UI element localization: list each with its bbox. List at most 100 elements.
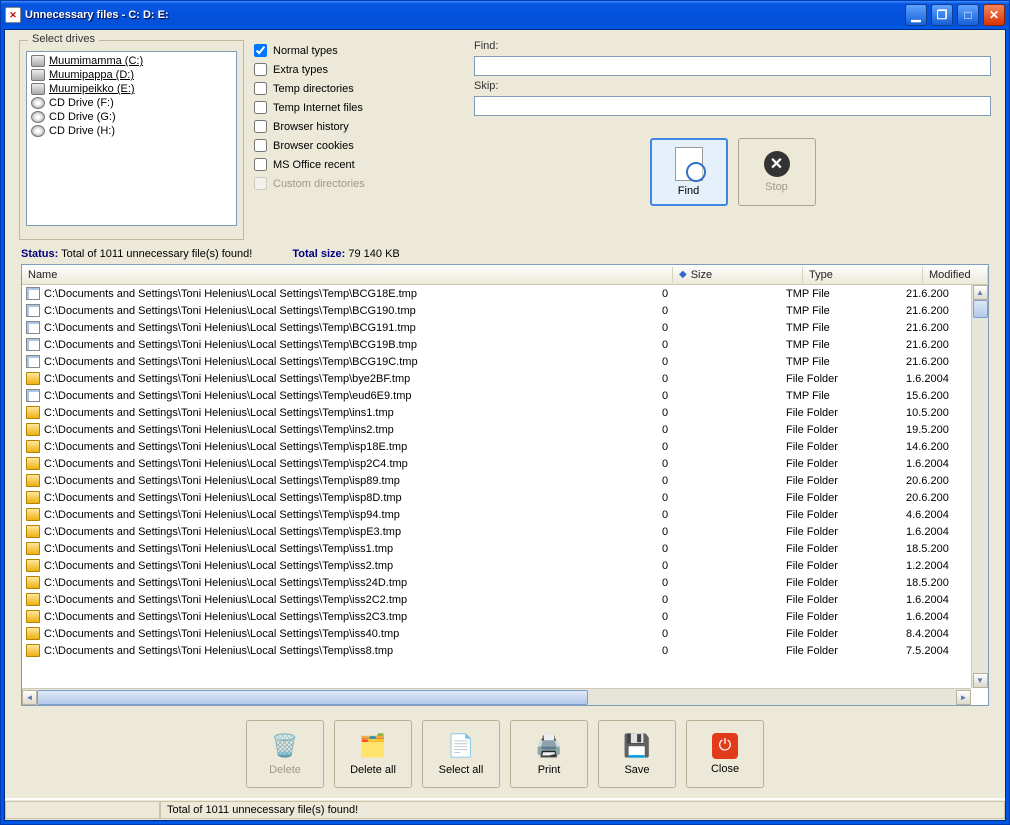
list-item[interactable]: C:\Documents and Settings\Toni Helenius\… [22,370,971,387]
scroll-down-button[interactable]: ▼ [973,673,988,688]
cell-modified: 15.6.200 [906,390,971,402]
stop-button[interactable]: ✕ Stop [738,138,816,206]
vertical-scrollbar[interactable]: ▲ ▼ [971,285,988,688]
file-icon [26,304,40,317]
hard-drive-icon [31,83,45,95]
vscroll-thumb[interactable] [973,300,988,318]
restore-button[interactable]: ❐ [931,4,953,26]
list-item[interactable]: C:\Documents and Settings\Toni Helenius\… [22,608,971,625]
minimize-button[interactable]: ▁ [905,4,927,26]
scan-type-checkbox[interactable]: Temp Internet files [254,101,464,114]
cell-name: C:\Documents and Settings\Toni Helenius\… [44,339,656,351]
column-header-modified[interactable]: Modified [923,267,988,283]
list-item[interactable]: C:\Documents and Settings\Toni Helenius\… [22,336,971,353]
scan-type-checkbox[interactable]: Browser cookies [254,139,464,152]
list-item[interactable]: C:\Documents and Settings\Toni Helenius\… [22,557,971,574]
scan-type-checkbox[interactable]: Browser history [254,120,464,133]
vscroll-track[interactable] [973,300,988,673]
save-button[interactable]: 💾 Save [598,720,676,788]
drive-item[interactable]: Muumipeikko (E:) [29,82,234,96]
list-item[interactable]: C:\Documents and Settings\Toni Helenius\… [22,574,971,591]
checkbox-input[interactable] [254,82,267,95]
list-item[interactable]: C:\Documents and Settings\Toni Helenius\… [22,591,971,608]
cell-type: File Folder [786,492,906,504]
skip-input[interactable] [474,96,991,116]
drive-label: Muumipeikko (E:) [49,83,135,95]
list-item[interactable]: C:\Documents and Settings\Toni Helenius\… [22,625,971,642]
results-listview[interactable]: Name ◆Size Type Modified C:\Documents an… [21,264,989,706]
list-header[interactable]: Name ◆Size Type Modified [22,265,988,285]
drive-item[interactable]: Muumimamma (C:) [29,54,234,68]
cell-type: File Folder [786,594,906,606]
drives-list[interactable]: Muumimamma (C:)Muumipappa (D:)Muumipeikk… [26,51,237,226]
list-item[interactable]: C:\Documents and Settings\Toni Helenius\… [22,353,971,370]
list-item[interactable]: C:\Documents and Settings\Toni Helenius\… [22,319,971,336]
checkbox-input[interactable] [254,101,267,114]
cell-size: 0 [656,356,786,368]
list-item[interactable]: C:\Documents and Settings\Toni Helenius\… [22,404,971,421]
drives-groupbox: Select drives Muumimamma (C:)Muumipappa … [19,40,244,240]
find-button[interactable]: Find [650,138,728,206]
list-item[interactable]: C:\Documents and Settings\Toni Helenius\… [22,285,971,302]
cell-name: C:\Documents and Settings\Toni Helenius\… [44,509,656,521]
delete-button[interactable]: 🗑️ Delete [246,720,324,788]
select-all-button[interactable]: 📄 Select all [422,720,500,788]
list-item[interactable]: C:\Documents and Settings\Toni Helenius\… [22,489,971,506]
hscroll-thumb[interactable] [37,690,588,705]
list-item[interactable]: C:\Documents and Settings\Toni Helenius\… [22,438,971,455]
checkbox-label: Temp Internet files [273,102,363,114]
stop-icon: ✕ [764,151,790,177]
checkbox-input[interactable] [254,120,267,133]
scroll-left-button[interactable]: ◄ [22,690,37,705]
drive-item[interactable]: Muumipappa (D:) [29,68,234,82]
drive-item[interactable]: CD Drive (G:) [29,110,234,124]
horizontal-scrollbar[interactable]: ◄ ► [22,688,971,705]
hscroll-track[interactable] [37,690,956,705]
cell-modified: 20.6.200 [906,475,971,487]
folder-icon [26,474,40,487]
close-window-button[interactable]: ✕ [983,4,1005,26]
find-input[interactable] [474,56,991,76]
scan-type-checkbox[interactable]: Extra types [254,63,464,76]
checkbox-input[interactable] [254,158,267,171]
list-rows[interactable]: C:\Documents and Settings\Toni Helenius\… [22,285,971,688]
close-button[interactable]: ⏻ Close [686,720,764,788]
print-button[interactable]: 🖨️ Print [510,720,588,788]
scan-type-checkbox[interactable]: Temp directories [254,82,464,95]
scroll-up-button[interactable]: ▲ [973,285,988,300]
list-item[interactable]: C:\Documents and Settings\Toni Helenius\… [22,455,971,472]
printer-icon: 🖨️ [534,732,564,760]
scan-type-checkbox[interactable]: MS Office recent [254,158,464,171]
cell-name: C:\Documents and Settings\Toni Helenius\… [44,424,656,436]
list-item[interactable]: C:\Documents and Settings\Toni Helenius\… [22,421,971,438]
checkbox-input[interactable] [254,63,267,76]
cell-size: 0 [656,560,786,572]
list-item[interactable]: C:\Documents and Settings\Toni Helenius\… [22,523,971,540]
drive-item[interactable]: CD Drive (F:) [29,96,234,110]
maximize-button[interactable]: □ [957,4,979,26]
list-item[interactable]: C:\Documents and Settings\Toni Helenius\… [22,642,971,659]
cell-name: C:\Documents and Settings\Toni Helenius\… [44,577,656,589]
drive-item[interactable]: CD Drive (H:) [29,124,234,138]
list-item[interactable]: C:\Documents and Settings\Toni Helenius\… [22,472,971,489]
list-item[interactable]: C:\Documents and Settings\Toni Helenius\… [22,302,971,319]
list-item[interactable]: C:\Documents and Settings\Toni Helenius\… [22,540,971,557]
delete-all-button[interactable]: 🗂️ Delete all [334,720,412,788]
checkbox-input[interactable] [254,139,267,152]
cell-name: C:\Documents and Settings\Toni Helenius\… [44,458,656,470]
checkbox-input[interactable] [254,44,267,57]
column-header-size[interactable]: ◆Size [673,267,803,283]
cell-name: C:\Documents and Settings\Toni Helenius\… [44,594,656,606]
list-item[interactable]: C:\Documents and Settings\Toni Helenius\… [22,387,971,404]
scroll-right-button[interactable]: ► [956,690,971,705]
cell-size: 0 [656,288,786,300]
column-header-name[interactable]: Name [22,267,673,283]
titlebar[interactable]: ✕ Unnecessary files - C: D: E: ▁ ❐ □ ✕ [1,1,1009,29]
stop-button-label: Stop [765,181,788,193]
cell-name: C:\Documents and Settings\Toni Helenius\… [44,356,656,368]
cell-modified: 21.6.200 [906,305,971,317]
column-header-type[interactable]: Type [803,267,923,283]
scan-type-checkbox[interactable]: Normal types [254,44,464,57]
list-item[interactable]: C:\Documents and Settings\Toni Helenius\… [22,506,971,523]
cell-type: File Folder [786,560,906,572]
